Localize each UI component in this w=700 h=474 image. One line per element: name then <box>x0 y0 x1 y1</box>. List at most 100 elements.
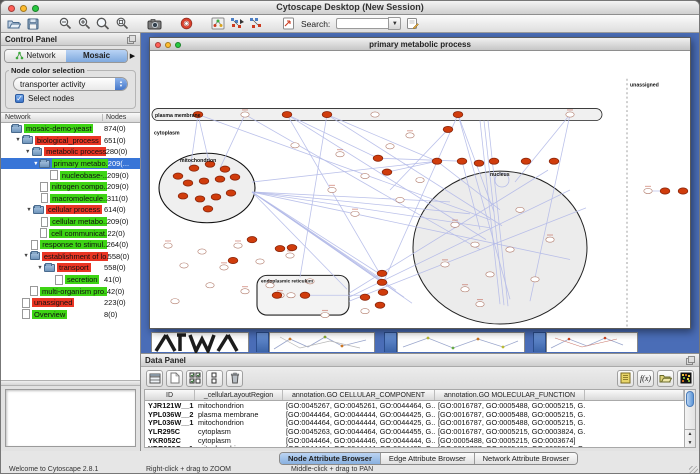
window-titlebar[interactable]: Cytoscape Desktop (New Session) <box>1 1 699 15</box>
tree-item-primary-metabo-[interactable]: ▼primary metabo...209(... <box>1 158 140 170</box>
table-row[interactable]: YPL036W__1mitochondrion[GO:0044464, GO:0… <box>145 418 684 427</box>
tab-mosaic[interactable]: Mosaic <box>66 50 127 62</box>
network-node-highlighted[interactable] <box>203 206 213 212</box>
network-node-highlighted[interactable] <box>199 178 209 184</box>
network-node[interactable] <box>287 293 295 298</box>
network-node[interactable] <box>206 283 214 288</box>
network-node[interactable] <box>164 243 172 248</box>
network-node-highlighted[interactable] <box>453 111 463 117</box>
background-window-overview[interactable] <box>151 332 249 352</box>
tree-item-cellular-process[interactable]: ▼cellular process614(0) <box>1 204 140 216</box>
network-node-highlighted[interactable] <box>377 270 387 276</box>
network-node-highlighted[interactable] <box>178 193 188 199</box>
network-node-highlighted[interactable] <box>432 158 442 164</box>
network-node-highlighted[interactable] <box>300 292 310 298</box>
expand-arrow-icon[interactable]: ▼ <box>36 265 44 271</box>
background-window-titlebar[interactable] <box>384 332 397 352</box>
formula-builder-icon[interactable]: f(x) <box>637 370 654 387</box>
network-node-highlighted[interactable] <box>322 111 332 117</box>
network-node[interactable] <box>516 207 524 212</box>
attribute-notes-icon[interactable] <box>617 370 634 387</box>
zoom-fit-icon[interactable] <box>95 16 111 31</box>
network-node-highlighted[interactable] <box>215 176 225 182</box>
resize-grip[interactable] <box>689 466 698 474</box>
network-node-highlighted[interactable] <box>377 279 387 285</box>
network-node-highlighted[interactable] <box>226 190 236 196</box>
table-scrollbar[interactable]: ▲ ▼ <box>684 390 695 447</box>
network-node[interactable] <box>476 302 484 307</box>
search-input[interactable] <box>336 18 388 29</box>
tree-item-multi-organism-pro-[interactable]: multi-organism pro...42(0) <box>1 285 140 297</box>
save-icon[interactable] <box>25 16 41 31</box>
network-node-highlighted[interactable] <box>474 160 484 166</box>
search-dropdown-arrow-icon[interactable]: ▼ <box>388 17 401 30</box>
tree-item-overview[interactable]: Overview8(0) <box>1 309 140 321</box>
select-attributes-icon[interactable] <box>186 370 203 387</box>
network-node[interactable] <box>566 112 574 117</box>
network-node[interactable] <box>451 222 459 227</box>
tree-item-nitrogen-compo-[interactable]: nitrogen compo...209(0) <box>1 181 140 193</box>
network-node[interactable] <box>406 133 414 138</box>
tab-node-attribute-browser[interactable]: Node Attribute Browser <box>280 453 381 464</box>
float-panel-icon[interactable] <box>127 35 136 44</box>
expand-arrow-icon[interactable]: ▼ <box>25 207 33 213</box>
network-node[interactable] <box>486 272 494 277</box>
network-node[interactable] <box>241 289 249 294</box>
network-node-highlighted[interactable] <box>549 158 559 164</box>
snapshot-camera-icon[interactable] <box>146 16 162 31</box>
apply-layout-icon[interactable] <box>229 16 245 31</box>
network-canvas[interactable]: plasma membranecytoplasmmitochondrionnuc… <box>150 51 690 328</box>
network-node-highlighted[interactable] <box>360 294 370 300</box>
network-node-highlighted[interactable] <box>489 158 499 164</box>
network-node[interactable] <box>241 112 249 117</box>
birds-eye-view[interactable] <box>5 389 136 447</box>
network-node-highlighted[interactable] <box>282 111 292 117</box>
background-window-titlebar[interactable] <box>533 332 546 352</box>
network-node-highlighted[interactable] <box>211 194 221 200</box>
annotation-icon[interactable] <box>280 16 296 31</box>
tree-split-handle[interactable] <box>1 380 140 386</box>
network-manager-icon[interactable] <box>210 16 226 31</box>
network-node[interactable] <box>171 299 179 304</box>
tab-network-attribute-browser[interactable]: Network Attribute Browser <box>475 453 578 464</box>
column-header[interactable]: annotation.GO MOLECULAR_FUNCTION <box>435 390 585 400</box>
tab-edge-attribute-browser[interactable]: Edge Attribute Browser <box>381 453 475 464</box>
attribute-matrix-icon[interactable] <box>677 370 694 387</box>
network-node[interactable] <box>256 259 264 264</box>
network-node[interactable] <box>644 188 652 193</box>
network-node[interactable] <box>506 247 514 252</box>
network-node[interactable] <box>416 177 424 182</box>
tree-item-mosaic-demo-yeast[interactable]: mosaic-demo-yeast874(0) <box>1 123 140 135</box>
network-view-titlebar[interactable]: primary metabolic process <box>150 38 690 51</box>
attribute-dropdown[interactable]: transporter activity ▲▼ <box>13 77 128 91</box>
table-row[interactable]: YDR039C__1mitochondrion[GO:0044464, GO:0… <box>145 444 684 447</box>
network-node[interactable] <box>220 265 228 270</box>
network-node-highlighted[interactable] <box>678 188 688 194</box>
network-node-highlighted[interactable] <box>443 126 453 132</box>
tree-item-cellular-metabo-[interactable]: cellular metabo...209(0) <box>1 216 140 228</box>
scrollbar-thumb[interactable] <box>686 391 694 407</box>
show-table-icon[interactable] <box>146 370 163 387</box>
network-node-highlighted[interactable] <box>173 173 183 179</box>
tree-item-unassigned[interactable]: unassigned223(0) <box>1 297 140 309</box>
tree-item-macromolecule-[interactable]: macromolecule...311(0) <box>1 193 140 205</box>
network-node[interactable] <box>291 143 299 148</box>
network-node[interactable] <box>441 262 449 267</box>
network-node-highlighted[interactable] <box>660 188 670 194</box>
network-node-highlighted[interactable] <box>382 169 392 175</box>
network-view-window[interactable]: primary metabolic process plasma membran… <box>149 37 691 329</box>
network-node-highlighted[interactable] <box>375 302 385 308</box>
column-header[interactable]: ID <box>145 390 195 400</box>
new-attribute-icon[interactable] <box>166 370 183 387</box>
background-window-network-2[interactable] <box>397 332 525 352</box>
network-node-highlighted[interactable] <box>275 245 285 251</box>
expand-arrow-icon[interactable]: ▼ <box>32 161 39 167</box>
network-node[interactable] <box>471 242 479 247</box>
tree-item-secretion[interactable]: secretion41(0) <box>1 274 140 286</box>
expand-arrow-icon[interactable]: ▼ <box>24 149 32 155</box>
table-row[interactable]: YLR295Ccytoplasm[GO:0045263, GO:0044464,… <box>145 427 684 436</box>
network-node-highlighted[interactable] <box>183 180 193 186</box>
network-node-highlighted[interactable] <box>521 158 531 164</box>
network-node-highlighted[interactable] <box>373 155 383 161</box>
edit-network-icon[interactable] <box>404 16 420 31</box>
